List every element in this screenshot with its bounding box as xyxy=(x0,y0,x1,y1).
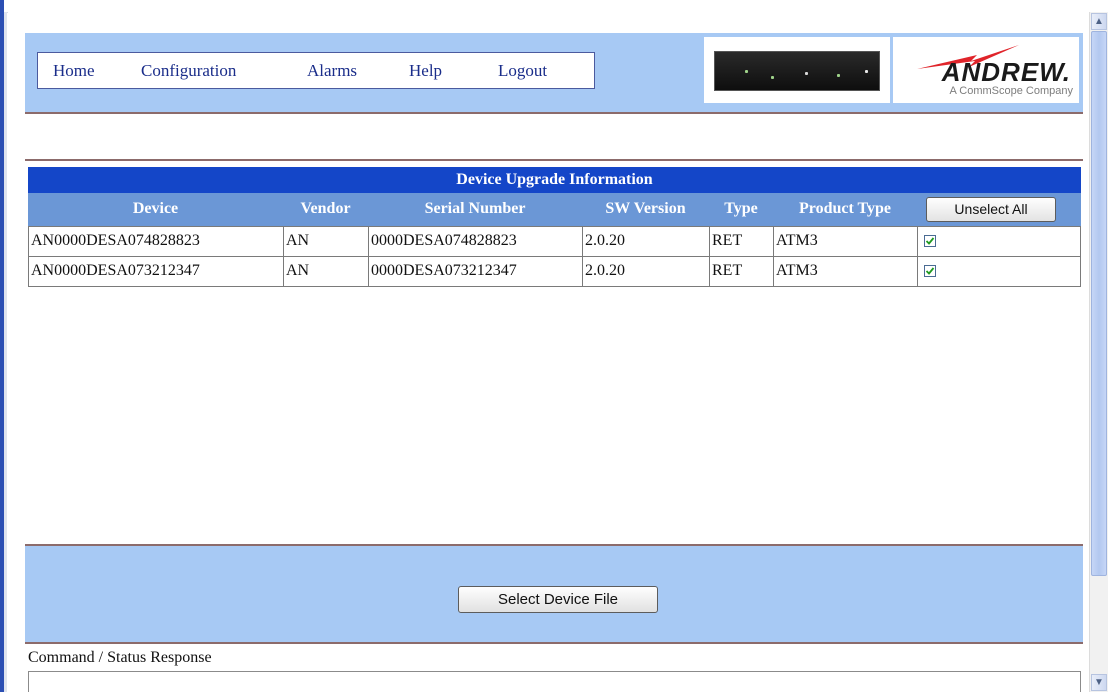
table-row: AN0000DESA074828823 AN 0000DESA074828823… xyxy=(29,226,1080,256)
andrew-logo: ANDREW. A CommScope Company xyxy=(893,37,1079,103)
rack-unit-image xyxy=(714,51,880,91)
cell-select xyxy=(918,257,1080,286)
cell-vendor: AN xyxy=(284,227,369,256)
cell-device: AN0000DESA074828823 xyxy=(29,227,284,256)
device-upgrade-table: Device Upgrade Information Device Vendor… xyxy=(28,167,1081,287)
status-response-label: Command / Status Response xyxy=(28,649,212,666)
scroll-up-arrow-icon[interactable]: ▲ xyxy=(1091,13,1107,30)
cell-serial-number: 0000DESA073212347 xyxy=(369,257,583,286)
window-left-shadow xyxy=(4,12,7,692)
cell-serial-number: 0000DESA074828823 xyxy=(369,227,583,256)
nav-logout[interactable]: Logout xyxy=(498,61,547,81)
logo-tagline: A CommScope Company xyxy=(949,85,1074,97)
table-body: AN0000DESA074828823 AN 0000DESA074828823… xyxy=(28,226,1081,287)
cell-device: AN0000DESA073212347 xyxy=(29,257,284,286)
column-header-vendor: Vendor xyxy=(300,200,351,217)
cell-vendor: AN xyxy=(284,257,369,286)
nav-help[interactable]: Help xyxy=(409,61,442,81)
row-select-checkbox[interactable] xyxy=(924,235,936,247)
cell-type: RET xyxy=(710,257,774,286)
file-select-panel: Select Device File xyxy=(25,544,1083,644)
nav-configuration[interactable]: Configuration xyxy=(141,61,236,81)
logo-brand-text: ANDREW. xyxy=(941,57,1071,87)
cell-select xyxy=(918,227,1080,256)
table-title: Device Upgrade Information xyxy=(28,167,1081,193)
column-header-sw-version: SW Version xyxy=(605,200,686,217)
cell-sw-version: 2.0.20 xyxy=(583,227,710,256)
column-header-product-type: Product Type xyxy=(798,200,891,217)
vertical-scrollbar[interactable]: ▲ ▼ xyxy=(1089,12,1108,692)
status-response-textarea[interactable] xyxy=(28,671,1081,692)
device-product-image xyxy=(704,37,890,103)
cell-product-type: ATM3 xyxy=(774,257,918,286)
select-device-file-button[interactable]: Select Device File xyxy=(458,586,658,613)
row-select-checkbox[interactable] xyxy=(924,265,936,277)
scroll-down-arrow-icon[interactable]: ▼ xyxy=(1091,674,1107,691)
column-header-serial-number: Serial Number xyxy=(424,200,526,217)
browser-frame: Home Configuration Alarms Help Logout AN… xyxy=(0,0,1108,692)
scrollbar-thumb[interactable] xyxy=(1091,31,1107,576)
column-header-device: Device xyxy=(132,200,179,217)
table-header-row: Device Vendor Serial Number SW Version T… xyxy=(28,193,1081,226)
table-row: AN0000DESA073212347 AN 0000DESA073212347… xyxy=(29,256,1080,286)
checkmark-icon xyxy=(925,267,935,275)
checkmark-icon xyxy=(925,237,935,245)
unselect-all-button[interactable]: Unselect All xyxy=(926,197,1056,222)
column-header-type: Type xyxy=(724,200,758,217)
page-content: Home Configuration Alarms Help Logout AN… xyxy=(8,12,1089,692)
nav-home[interactable]: Home xyxy=(53,61,95,81)
cell-sw-version: 2.0.20 xyxy=(583,257,710,286)
nav-alarms[interactable]: Alarms xyxy=(307,61,357,81)
section-divider xyxy=(25,159,1083,161)
header-banner: Home Configuration Alarms Help Logout AN… xyxy=(25,33,1083,114)
cell-product-type: ATM3 xyxy=(774,227,918,256)
nav-menu: Home Configuration Alarms Help Logout xyxy=(37,52,595,89)
cell-type: RET xyxy=(710,227,774,256)
